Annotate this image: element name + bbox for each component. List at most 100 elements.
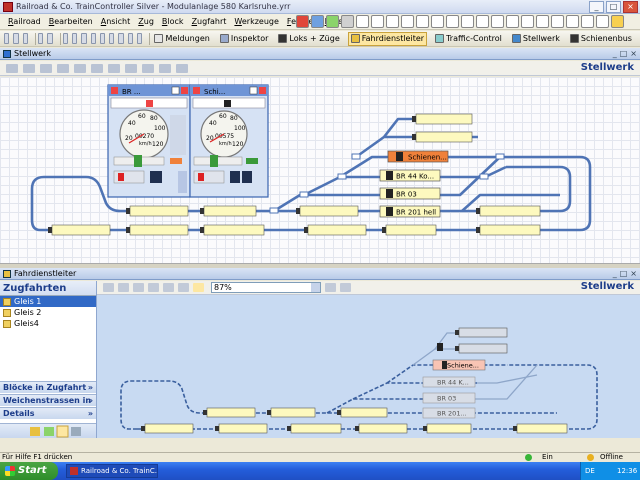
edit-icon[interactable] <box>44 427 54 436</box>
meter-icon[interactable] <box>416 15 429 28</box>
stellwerk-canvas[interactable]: Schienen... BR 44 Ko... BR 03 BR 201 hel… <box>0 77 640 263</box>
section-weichenstrassen[interactable]: Weichenstrassen in ...» <box>0 394 96 416</box>
track-block[interactable] <box>299 205 359 217</box>
track-block[interactable] <box>51 224 111 236</box>
warning-icon[interactable] <box>461 15 474 28</box>
signal-tool-icon[interactable] <box>91 63 103 73</box>
track-block[interactable] <box>415 131 473 143</box>
switch-icon[interactable] <box>521 15 534 28</box>
track-block[interactable] <box>340 407 388 418</box>
minimize-button[interactable]: _ <box>589 1 604 13</box>
track-block[interactable] <box>203 224 265 236</box>
language-indicator[interactable]: DE <box>585 462 595 480</box>
layout-icon[interactable] <box>340 283 351 292</box>
find-icon[interactable] <box>109 33 115 44</box>
start-button[interactable]: Start <box>0 462 58 480</box>
slider-handle[interactable] <box>210 155 218 167</box>
back-icon[interactable] <box>103 283 114 292</box>
throttle-close-button[interactable] <box>259 87 266 94</box>
help-icon[interactable] <box>136 33 143 44</box>
throttle-min-button[interactable] <box>249 86 258 95</box>
switch-tool-icon[interactable] <box>74 63 86 73</box>
zoom-select[interactable]: 87% <box>211 282 321 293</box>
text-tool-icon[interactable] <box>125 63 137 73</box>
track-block[interactable] <box>385 224 437 236</box>
print-icon[interactable] <box>38 33 44 44</box>
schienenbus-button[interactable]: Schienenbus <box>568 32 634 46</box>
panel-close-button[interactable]: × <box>630 49 637 58</box>
menu-zug[interactable]: Zug <box>138 17 154 26</box>
clock-icon[interactable] <box>401 15 414 28</box>
track-block[interactable] <box>270 407 316 418</box>
options-icon[interactable] <box>71 427 81 436</box>
panel-restore-button[interactable]: □ <box>620 49 628 58</box>
grid-icon[interactable] <box>446 15 459 28</box>
panel-close-button[interactable]: × <box>630 269 637 278</box>
section-bloecke[interactable]: Blöcke in Zugfahrt» <box>0 381 96 393</box>
tools-icon[interactable] <box>118 33 124 44</box>
traffic-control-button[interactable]: Traffic-Control <box>433 32 504 46</box>
save-icon[interactable] <box>22 33 28 44</box>
undo-icon[interactable] <box>62 33 69 44</box>
track-block[interactable] <box>129 205 189 217</box>
direction-arrow-icon[interactable] <box>170 158 182 164</box>
track-block[interactable] <box>203 205 257 217</box>
go-icon[interactable] <box>326 15 339 28</box>
track-block[interactable] <box>144 423 194 434</box>
new-icon[interactable] <box>4 33 10 44</box>
fahrdienstleiter-button[interactable]: Fahrdienstleiter <box>347 31 428 46</box>
hand-tool-icon[interactable] <box>23 63 35 73</box>
pause-icon[interactable] <box>341 15 354 28</box>
sun-icon[interactable] <box>611 15 624 28</box>
taskbar-app-button[interactable]: Railroad & Co. TrainC... <box>66 464 158 478</box>
open-icon[interactable] <box>13 33 19 44</box>
block-tool-icon[interactable] <box>108 63 120 73</box>
fahrdienstleiter-canvas[interactable]: Schiene... BR 44 K... BR 03 BR 201... <box>97 295 640 438</box>
maximize-button[interactable]: □ <box>606 1 621 13</box>
crossing-tool-icon[interactable] <box>159 63 171 73</box>
throttle-window-1[interactable]: BR ... 20 40 60 80 100 120 00270 km/h <box>107 84 191 198</box>
track-block[interactable] <box>206 407 256 418</box>
person-icon[interactable] <box>193 283 204 292</box>
track-block[interactable] <box>218 423 268 434</box>
track-block[interactable] <box>479 205 541 217</box>
track-block[interactable] <box>358 423 408 434</box>
track-block[interactable] <box>458 343 508 354</box>
menu-werkzeuge[interactable]: Werkzeuge <box>234 17 279 26</box>
list-item[interactable]: Gleis 2 <box>0 307 96 318</box>
counter-icon[interactable] <box>431 15 444 28</box>
track-block[interactable] <box>479 224 541 236</box>
fahrdienstleiter-icon[interactable] <box>56 425 69 438</box>
sound-icon[interactable] <box>551 15 564 28</box>
menu-bearbeiten[interactable]: Bearbeiten <box>49 17 93 26</box>
slider-handle[interactable] <box>134 155 142 167</box>
direction-arrow-icon[interactable] <box>246 158 258 164</box>
delete-icon[interactable] <box>99 33 106 44</box>
cut-icon[interactable] <box>72 33 78 44</box>
panel-minimize-button[interactable]: _ <box>613 49 617 58</box>
function-button[interactable] <box>230 171 240 183</box>
misc-tool-icon[interactable] <box>176 63 188 73</box>
prev-icon[interactable] <box>133 283 144 292</box>
route-icon[interactable] <box>30 427 40 436</box>
horn-icon[interactable] <box>506 15 519 28</box>
throttle-scrollbar[interactable] <box>178 171 187 193</box>
track-block[interactable] <box>458 327 508 338</box>
menu-zugfahrt[interactable]: Zugfahrt <box>192 17 227 26</box>
bolt-icon[interactable] <box>596 15 609 28</box>
route-icon[interactable] <box>386 15 399 28</box>
signal-icon[interactable] <box>356 15 369 28</box>
edit-icon[interactable] <box>127 33 133 44</box>
fit-icon[interactable] <box>163 283 174 292</box>
throttle-close-button[interactable] <box>181 87 188 94</box>
traffic-icon[interactable] <box>476 15 489 28</box>
select-tool-icon[interactable] <box>6 63 18 73</box>
track-block[interactable] <box>415 113 473 125</box>
stopwatch-icon[interactable] <box>581 15 594 28</box>
forward-icon[interactable] <box>118 283 129 292</box>
list-item[interactable]: Gleis 1 <box>0 296 96 307</box>
paste-icon[interactable] <box>90 33 96 44</box>
view-icon[interactable] <box>325 283 336 292</box>
next-icon[interactable] <box>148 283 159 292</box>
track-block[interactable] <box>290 423 342 434</box>
